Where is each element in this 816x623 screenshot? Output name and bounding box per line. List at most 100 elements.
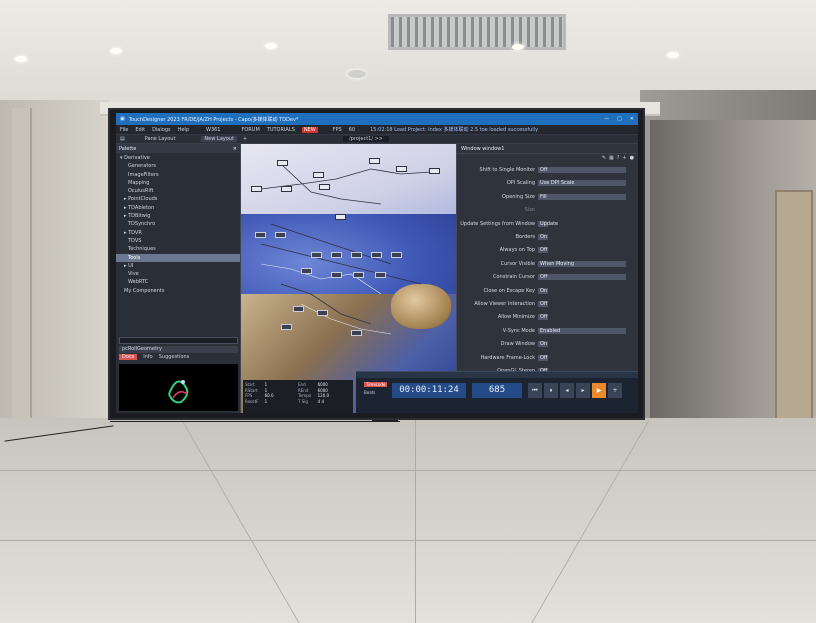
parameter-label: V-Sync Mode bbox=[502, 327, 535, 334]
palette-item[interactable]: ▸ TDAbleton bbox=[116, 204, 240, 212]
palette-item[interactable]: Tools bbox=[116, 253, 240, 262]
parameter-value[interactable]: Fill bbox=[538, 193, 626, 200]
settings-icon[interactable]: ● bbox=[630, 155, 634, 161]
network-node[interactable] bbox=[313, 172, 324, 178]
title-bar: ▣ TouchDesigner 2023 FR/DE/JA/ZH Project… bbox=[116, 113, 638, 125]
network-node[interactable] bbox=[351, 330, 362, 336]
palette-item[interactable]: TDVS bbox=[116, 237, 240, 245]
parameter-value[interactable] bbox=[538, 207, 542, 213]
network-node[interactable] bbox=[275, 232, 286, 238]
grid-icon[interactable]: ▦ bbox=[609, 155, 614, 161]
palette-item[interactable]: ImageFilters bbox=[116, 171, 240, 179]
parameter-row: Shift to Single Monitor Off bbox=[458, 166, 638, 174]
parameter-value[interactable]: Off bbox=[538, 274, 626, 281]
network-node[interactable] bbox=[293, 306, 304, 312]
network-node[interactable] bbox=[255, 232, 266, 238]
palette-item[interactable]: Generators bbox=[116, 162, 240, 170]
network-node[interactable] bbox=[251, 186, 262, 192]
network-node[interactable] bbox=[301, 268, 312, 274]
network-node[interactable] bbox=[429, 168, 440, 174]
menu-file[interactable]: File bbox=[120, 127, 128, 133]
timeline-bar[interactable]: Timecode Beats 00:00:11:24 685 ⏮ ⏸ ◂ ▸ ▶ + bbox=[356, 371, 638, 413]
setting-value[interactable]: 1 bbox=[265, 399, 298, 405]
network-node[interactable] bbox=[319, 184, 330, 190]
palette-item[interactable]: Techniques bbox=[116, 245, 240, 253]
folder-icon[interactable]: ▤ bbox=[120, 136, 125, 142]
network-node[interactable] bbox=[311, 252, 322, 258]
close-icon[interactable]: ✕ bbox=[233, 146, 237, 152]
transport-button[interactable]: + bbox=[608, 383, 622, 398]
menu-dialogs[interactable]: Dialogs bbox=[152, 127, 171, 133]
close-button[interactable]: ✕ bbox=[630, 116, 634, 122]
transport-button[interactable]: ◂ bbox=[560, 383, 574, 398]
palette-item[interactable]: TDSynchro bbox=[116, 220, 240, 228]
tab-suggestions[interactable]: Suggestions bbox=[159, 354, 190, 360]
new-layout-tab[interactable]: New Layout bbox=[201, 136, 237, 142]
maximize-button[interactable]: □ bbox=[617, 116, 622, 122]
parameter-value[interactable]: Update bbox=[538, 220, 558, 227]
palette-item[interactable]: My Components bbox=[116, 287, 240, 295]
parameter-value[interactable]: Off bbox=[538, 167, 626, 173]
palette-item[interactable]: Vive bbox=[116, 270, 240, 278]
network-node[interactable] bbox=[281, 186, 292, 192]
parameter-value[interactable]: On bbox=[538, 341, 548, 348]
network-node[interactable] bbox=[375, 272, 386, 278]
palette-item[interactable]: ▸ TDBitwig bbox=[116, 212, 240, 220]
transport-button[interactable]: ▸ bbox=[576, 383, 590, 398]
network-node[interactable] bbox=[331, 252, 342, 258]
add-icon[interactable]: + bbox=[622, 155, 626, 161]
timecode-display[interactable]: 00:00:11:24 bbox=[392, 383, 466, 398]
palette-item[interactable]: ▸ UI bbox=[116, 262, 240, 270]
network-node[interactable] bbox=[351, 252, 362, 258]
network-node[interactable] bbox=[391, 252, 402, 258]
minimize-button[interactable]: — bbox=[604, 116, 609, 122]
palette-selected-node[interactable]: pcRollGeometry bbox=[119, 346, 238, 353]
palette-item[interactable]: Mapping bbox=[116, 179, 240, 187]
palette-search-input[interactable] bbox=[119, 337, 238, 344]
tab-info[interactable]: Info bbox=[143, 354, 152, 360]
palette-item[interactable]: ▸ PointClouds bbox=[116, 195, 240, 203]
transport-button[interactable]: ⏸ bbox=[544, 383, 558, 398]
parameter-value[interactable]: Enabled bbox=[538, 327, 626, 334]
tab-docs[interactable]: Docs bbox=[119, 354, 138, 360]
tutorials-link[interactable]: TUTORIALS bbox=[267, 127, 295, 133]
menu-edit[interactable]: Edit bbox=[135, 127, 145, 133]
palette-item[interactable]: ▸ TDVR bbox=[116, 229, 240, 237]
add-tab-icon[interactable]: + bbox=[243, 136, 247, 142]
parameter-value[interactable]: Off bbox=[538, 301, 548, 307]
network-node[interactable] bbox=[331, 272, 342, 278]
timeline-ruler[interactable] bbox=[356, 372, 638, 378]
parameter-value[interactable]: Off bbox=[538, 354, 548, 361]
parameter-value[interactable]: Off bbox=[538, 247, 548, 254]
network-node[interactable] bbox=[371, 252, 382, 258]
network-node[interactable] bbox=[396, 166, 407, 172]
frame-counter[interactable]: 685 bbox=[472, 383, 522, 398]
parameter-value[interactable]: Use DPI Scale bbox=[538, 180, 626, 187]
floor-cable bbox=[110, 421, 400, 422]
parameter-value[interactable]: Off bbox=[538, 314, 548, 321]
network-path[interactable]: /project1/ >> bbox=[343, 136, 389, 142]
network-node[interactable] bbox=[369, 158, 380, 164]
touchdesigner-window[interactable]: ▣ TouchDesigner 2023 FR/DE/JA/ZH Project… bbox=[116, 113, 638, 413]
transport-button[interactable]: ⏮ bbox=[528, 383, 542, 398]
palette-item[interactable]: OculusRift bbox=[116, 187, 240, 195]
parameter-value[interactable]: On bbox=[538, 234, 548, 240]
network-node[interactable] bbox=[317, 310, 328, 316]
parameter-value[interactable]: On bbox=[538, 287, 548, 294]
network-node[interactable] bbox=[277, 160, 288, 166]
network-node[interactable] bbox=[281, 324, 292, 330]
setting-value[interactable]: 4 4 bbox=[318, 399, 351, 405]
pane-layout-label[interactable]: Pane Layout bbox=[145, 136, 176, 142]
transport-button[interactable]: ▶ bbox=[592, 383, 606, 398]
network-node[interactable] bbox=[353, 272, 364, 278]
pencil-icon[interactable]: ✎ bbox=[602, 155, 606, 161]
palette-item[interactable]: ▾ Derivative bbox=[116, 154, 240, 162]
timecode-mode-button[interactable]: Timecode bbox=[364, 382, 388, 387]
parameter-value[interactable]: When Moving bbox=[538, 260, 626, 267]
palette-item[interactable]: WebRTC bbox=[116, 278, 240, 286]
help-icon[interactable]: ? bbox=[617, 155, 620, 161]
beats-mode-button[interactable]: Beats bbox=[364, 390, 375, 395]
network-node[interactable] bbox=[335, 214, 346, 220]
forum-link[interactable]: FORUM bbox=[242, 127, 260, 133]
menu-help[interactable]: Help bbox=[178, 127, 189, 133]
